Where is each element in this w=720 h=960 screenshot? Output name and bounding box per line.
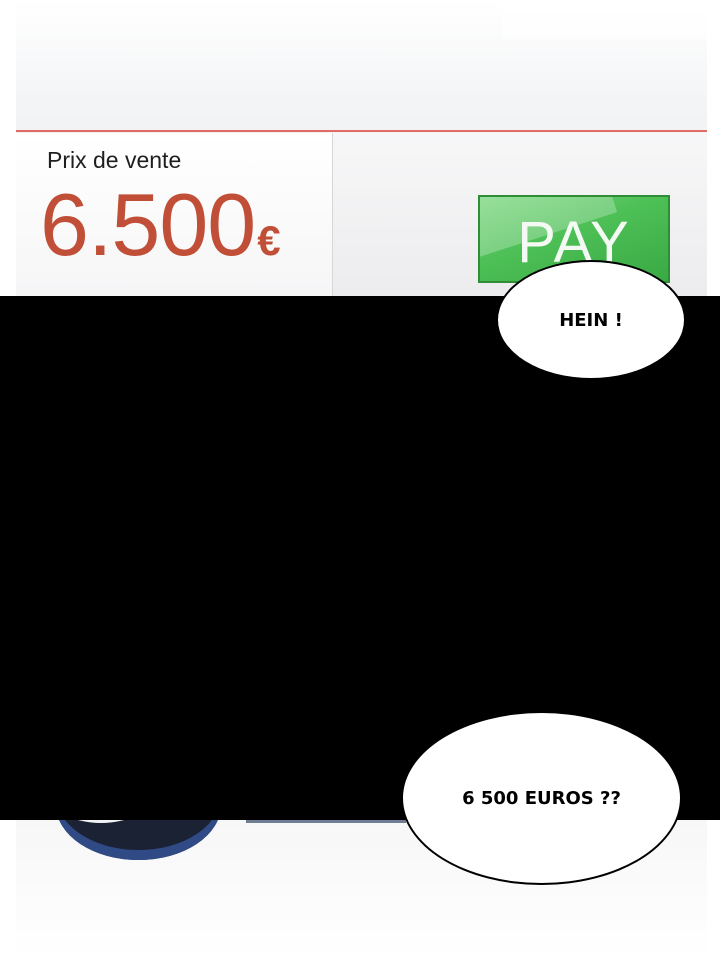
price-box: Prix de vente 6.500€ — [16, 133, 333, 296]
speech-bubble-price: 6 500 EUROS ?? — [401, 711, 682, 885]
speech-bubble-text: 6 500 EUROS ?? — [462, 787, 621, 809]
price-currency: € — [257, 217, 281, 264]
price-value: 6.500€ — [40, 181, 281, 269]
speech-bubble-hein: HEIN ! — [496, 260, 686, 380]
tire-illustration — [56, 820, 221, 860]
car-body-edge — [246, 820, 406, 823]
accent-divider — [16, 130, 707, 132]
price-amount: 6.500 — [40, 175, 256, 274]
price-label: Prix de vente — [47, 147, 182, 173]
panel-sheen — [502, 0, 707, 40]
speech-bubble-text: HEIN ! — [559, 309, 623, 331]
